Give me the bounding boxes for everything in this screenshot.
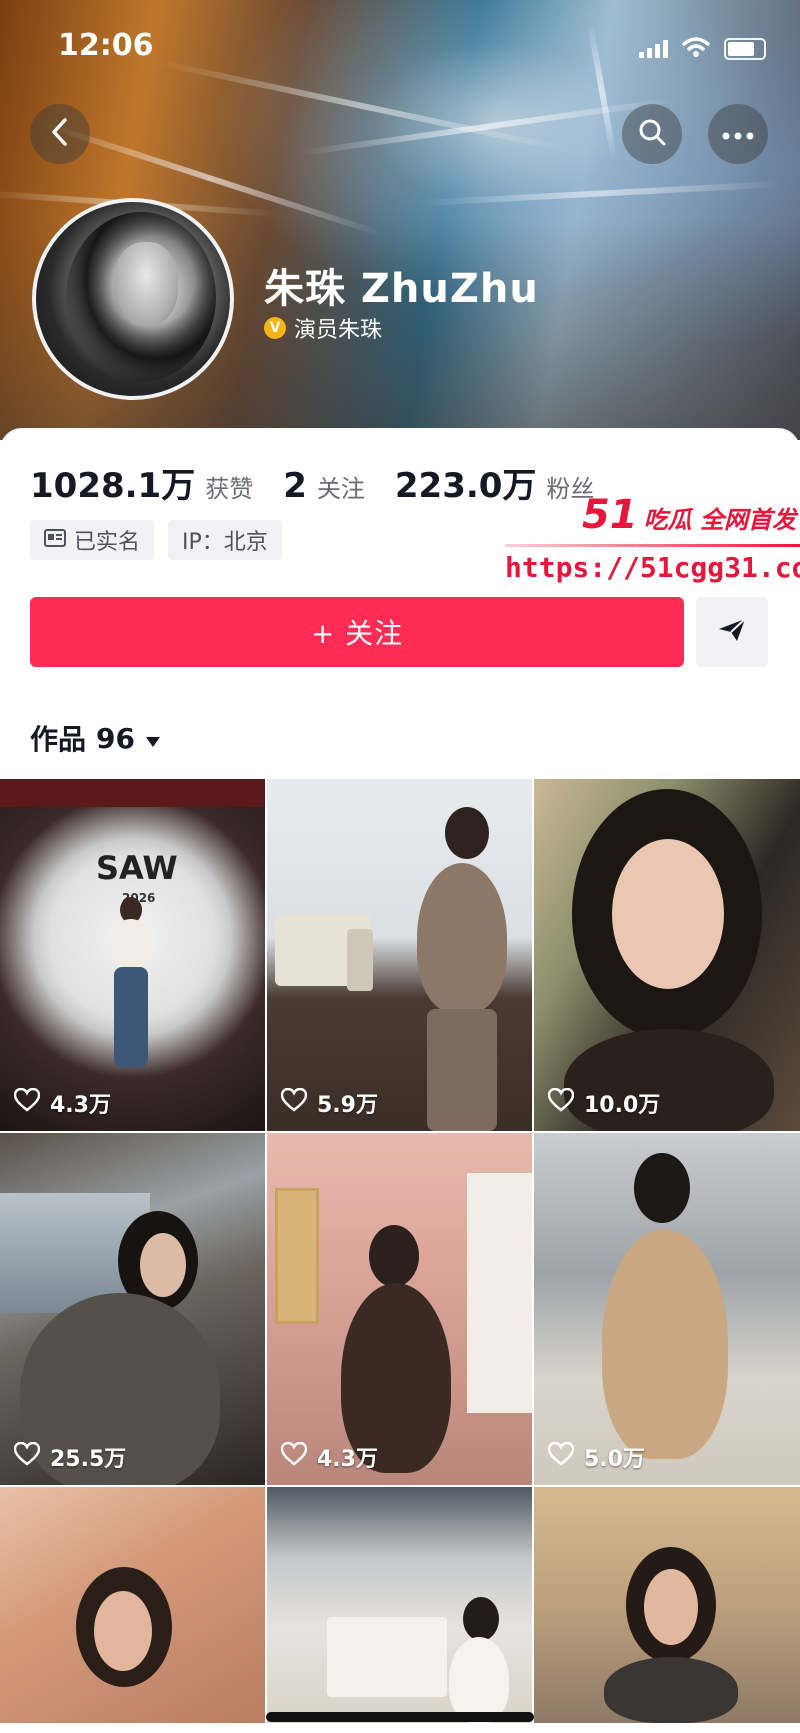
video-thumb[interactable]: [267, 1487, 532, 1723]
profile-tags: 已实名 IP：北京: [30, 520, 282, 560]
verified-badge-icon: V: [264, 317, 286, 339]
stat-following[interactable]: 2 关注: [283, 466, 365, 506]
video-thumb[interactable]: 10.0万: [534, 779, 800, 1131]
real-name-tag: 已实名: [30, 520, 155, 560]
heart-icon: [547, 1441, 575, 1472]
video-likes: 5.9万: [280, 1087, 378, 1119]
wifi-icon: [682, 36, 710, 62]
back-button[interactable]: [30, 104, 90, 164]
stat-likes-value: 1028.1万: [30, 466, 196, 506]
profile-name: 朱珠 ZhuZhu: [264, 266, 539, 312]
thumb-title: SAW: [96, 849, 178, 887]
watermark-number: 51: [581, 492, 638, 538]
works-count: 96: [96, 721, 135, 755]
battery-icon: [724, 38, 766, 60]
more-button[interactable]: [708, 104, 768, 164]
watermark-url: https://51cgg31.com: [505, 551, 800, 584]
stat-likes[interactable]: 1028.1万 获赞: [30, 458, 253, 507]
search-button[interactable]: [622, 104, 682, 164]
home-indicator: [266, 1712, 534, 1722]
video-grid: SAW 2026 4.3万 5.9万 10.0万 25.5万 4.3万 5.0万: [0, 779, 800, 1723]
back-icon: [49, 117, 71, 151]
likes-count: 5.9万: [317, 1093, 378, 1118]
real-name-label: 已实名: [74, 530, 141, 555]
video-likes: 5.0万: [547, 1441, 645, 1473]
video-thumb[interactable]: 4.3万: [267, 1133, 532, 1485]
video-thumb[interactable]: SAW 2026 4.3万: [0, 779, 265, 1131]
status-icons: [639, 36, 766, 62]
likes-count: 10.0万: [584, 1093, 661, 1118]
video-thumb[interactable]: [534, 1487, 800, 1723]
video-thumb[interactable]: [0, 1487, 265, 1723]
heart-icon: [547, 1087, 575, 1118]
share-icon: [717, 617, 747, 647]
search-icon: [637, 117, 667, 151]
video-thumb[interactable]: 25.5万: [0, 1133, 265, 1485]
signal-icon: [639, 40, 668, 58]
works-label: 作品: [30, 723, 87, 756]
likes-count: 25.5万: [50, 1447, 127, 1472]
heart-icon: [280, 1441, 308, 1472]
works-tab[interactable]: 作品 96: [30, 718, 161, 758]
likes-count: 5.0万: [584, 1447, 645, 1472]
ip-tag: IP：北京: [168, 520, 282, 560]
stat-following-value: 2: [283, 466, 307, 506]
video-thumb[interactable]: 5.0万: [534, 1133, 800, 1485]
stat-following-label: 关注: [316, 475, 365, 503]
verified-row: V 演员朱珠: [264, 312, 382, 344]
heart-icon: [13, 1441, 41, 1472]
ip-label: IP：北京: [182, 530, 268, 555]
likes-count: 4.3万: [317, 1447, 378, 1472]
follow-label: + 关注: [310, 617, 404, 650]
video-likes: 4.3万: [280, 1441, 378, 1473]
stat-likes-label: 获赞: [205, 475, 254, 503]
heart-icon: [13, 1087, 41, 1118]
verified-label: 演员朱珠: [294, 318, 383, 343]
id-card-icon: [44, 528, 66, 553]
watermark: 51 吃瓜 全网首发 https://51cgg31.com: [505, 492, 800, 584]
video-likes: 25.5万: [13, 1441, 127, 1473]
video-likes: 4.3万: [13, 1087, 111, 1119]
share-button[interactable]: [696, 597, 768, 667]
watermark-brand: 吃瓜 全网首发: [643, 506, 796, 534]
more-icon: [722, 125, 754, 144]
video-likes: 10.0万: [547, 1087, 661, 1119]
avatar[interactable]: [32, 198, 234, 400]
dropdown-icon: [145, 722, 161, 755]
likes-count: 4.3万: [50, 1093, 111, 1118]
video-thumb[interactable]: 5.9万: [267, 779, 532, 1131]
heart-icon: [280, 1087, 308, 1118]
status-time: 12:06: [58, 28, 154, 63]
follow-button[interactable]: + 关注: [30, 597, 684, 667]
